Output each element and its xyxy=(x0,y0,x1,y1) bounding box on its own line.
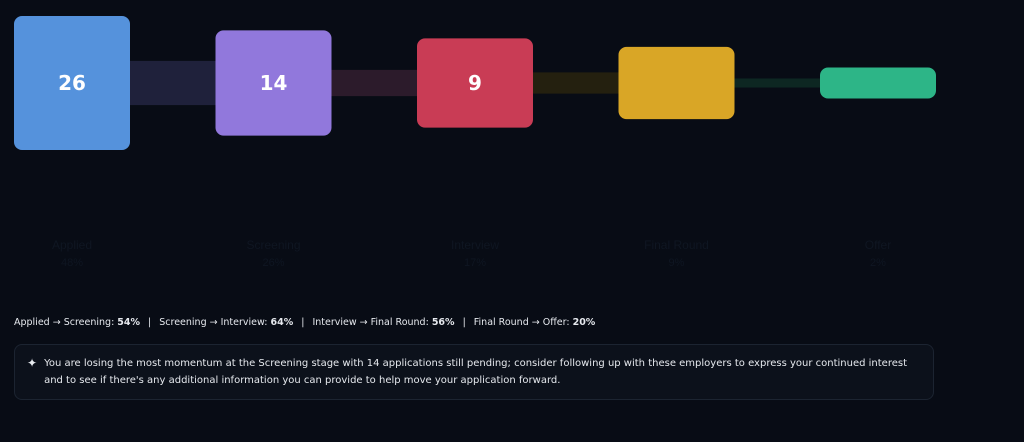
funnel-stage-share: 48% xyxy=(60,257,84,269)
funnel-connector xyxy=(734,78,820,88)
funnel-stage-share: 26% xyxy=(262,257,285,269)
conversion-label: Applied → Screening: xyxy=(14,317,118,328)
conversion-rate: 56% xyxy=(431,317,455,328)
insight-text: You are losing the most momentum at the … xyxy=(44,358,907,386)
funnel-connector xyxy=(331,69,417,97)
conversion-rate: 54% xyxy=(117,317,141,328)
funnel-stage-name: Offer xyxy=(864,238,892,252)
conversion-label: Final Round → Offer: xyxy=(473,317,573,328)
funnel-stage-value: 26 xyxy=(58,71,86,95)
funnel-stage-share: 9% xyxy=(668,257,685,269)
funnel-stage-name: Final Round xyxy=(644,238,709,252)
conversion-separator: | xyxy=(148,317,152,328)
sparkle-icon: ✦ xyxy=(27,356,38,370)
funnel-stage-value: 14 xyxy=(260,71,288,95)
conversion-rate: 20% xyxy=(572,317,596,328)
funnel-connector xyxy=(533,72,619,94)
conversion-label: Screening → Interview: xyxy=(159,317,271,328)
conversion-separator: | xyxy=(301,317,305,328)
funnel-dashboard: 26 14 9 Applied 48% Screening 26% Interview 17%… xyxy=(0,0,1024,442)
funnel-stage-name: Interview xyxy=(450,238,500,252)
insight-card: ✦ You are losing the most momentum at th… xyxy=(14,344,934,400)
funnel-stage-name: Applied xyxy=(51,238,93,252)
funnel-chart: 26 14 9 xyxy=(14,16,936,150)
funnel-stage-bar xyxy=(618,46,735,120)
conversion-label: Interview → Final Round: xyxy=(312,317,432,328)
funnel-stage-name: Screening xyxy=(246,238,301,252)
funnel-stage-share: 2% xyxy=(870,257,886,269)
conversion-rate: 64% xyxy=(270,317,294,328)
conversion-rates: Applied → Screening: 54% | Screening → Int… xyxy=(14,317,595,328)
funnel-connector xyxy=(130,60,216,106)
funnel-stage-value: 9 xyxy=(468,71,482,95)
funnel-stage-bar xyxy=(820,67,936,99)
funnel-stage-share: 17% xyxy=(463,257,487,269)
conversion-separator: | xyxy=(462,317,466,328)
